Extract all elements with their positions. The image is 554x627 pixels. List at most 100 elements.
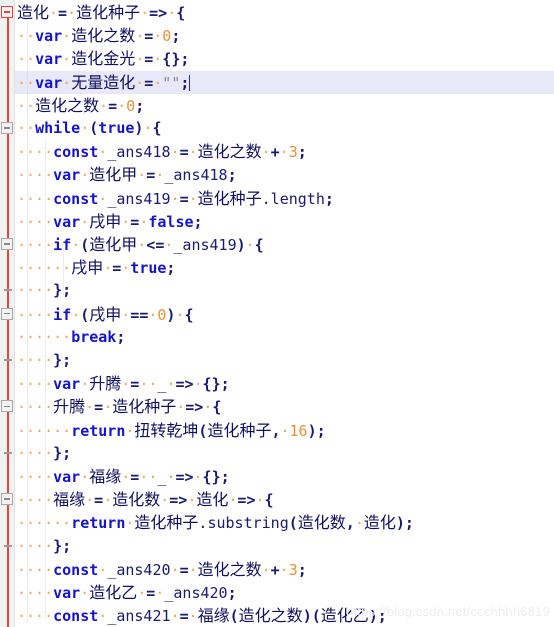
token-op: = <box>130 212 140 231</box>
code-line[interactable]: ··造化之数·=·0; <box>15 94 554 117</box>
token-ws: · <box>176 398 186 417</box>
token-ws: · <box>103 259 113 278</box>
code-line[interactable]: ····var·升腾·=··_·=>·{}; <box>15 372 554 395</box>
token-cn: 造化种子 <box>134 513 199 533</box>
token-op: => <box>149 4 168 22</box>
code-line[interactable]: ····}; <box>15 535 554 558</box>
code-line[interactable]: ··while·(true)·{ <box>15 117 554 140</box>
token-ws: · <box>170 560 180 579</box>
token-punct: ; <box>135 96 145 115</box>
token-ws: · <box>85 491 95 510</box>
token-punct: { <box>212 398 222 417</box>
token-kw: true <box>98 119 135 137</box>
token-ws: · <box>103 398 113 417</box>
token-kw: if <box>53 305 72 324</box>
code-line[interactable]: ····升腾·=·造化种子·=>·{ <box>15 395 554 418</box>
token-ws: · <box>139 375 149 394</box>
token-ws: · <box>279 143 289 162</box>
token-ws: · <box>188 607 198 626</box>
token-ws: ···· <box>17 189 54 208</box>
editor-gutter[interactable] <box>0 0 15 627</box>
minus-icon <box>4 405 10 408</box>
token-kw: true <box>130 259 167 278</box>
token-ws: ···· <box>17 607 54 626</box>
code-line[interactable]: ··var·造化之数·=·0; <box>15 24 554 47</box>
token-ws: · <box>135 73 145 92</box>
token-ws: · <box>121 259 131 278</box>
token-cn: 造化之数 <box>197 142 262 162</box>
code-line[interactable]: ····}; <box>15 442 554 465</box>
token-cn: 造化 <box>17 3 50 22</box>
code-line[interactable]: ····福缘·=·造化数·=>·造化·=>·{ <box>15 488 554 511</box>
token-ws: · <box>71 236 81 254</box>
token-op: = <box>130 375 140 394</box>
token-ws: · <box>98 189 108 208</box>
code-line[interactable]: ····}; <box>15 349 554 372</box>
token-punct: ( <box>80 305 90 324</box>
token-ws: · <box>62 50 72 69</box>
code-line[interactable]: ······戌申·=·true; <box>15 256 554 279</box>
code-line[interactable]: ····var·造化乙·=·_ans420; <box>15 581 554 604</box>
token-ws: ···· <box>17 351 54 369</box>
token-ws: ···· <box>17 143 54 162</box>
token-ws: · <box>80 119 90 137</box>
code-line[interactable]: ····if·(造化甲·<=·_ans419)·{ <box>15 233 554 256</box>
token-ws: · <box>255 491 265 510</box>
token-cn: 造化金光 <box>71 49 136 69</box>
code-line[interactable]: ······break; <box>15 326 554 349</box>
code-line[interactable]: ··var·无量造化·=·""; <box>15 70 554 94</box>
token-ws: · <box>137 236 147 254</box>
code-line[interactable]: ····const·_ans421·=·福缘(造化之数)(造化乙); <box>15 604 554 627</box>
token-id: _ans420 <box>107 560 171 579</box>
code-line[interactable]: ····if·(戌申·==·0)·{ <box>15 303 554 326</box>
token-str: "" <box>162 73 181 92</box>
code-line[interactable]: ····const·_ans418·=·造化之数·+·3; <box>15 140 554 163</box>
token-ws: ···· <box>17 281 54 300</box>
token-ws: · <box>85 398 95 417</box>
token-punct: ) <box>302 607 312 626</box>
token-ws: · <box>167 4 177 22</box>
code-line[interactable]: ····var·戌申·=·false; <box>15 210 554 233</box>
token-ws: · <box>80 584 90 602</box>
fold-toggle-icon[interactable] <box>1 493 13 506</box>
code-line[interactable]: ····}; <box>15 279 554 302</box>
token-op: => <box>185 398 204 417</box>
token-op: => <box>175 468 194 486</box>
token-ws: · <box>121 212 131 231</box>
code-line[interactable]: ······return·造化种子.substring(造化数,·造化); <box>15 511 554 534</box>
code-content-area[interactable]: 造化·=·造化种子·=>·{··var·造化之数·=·0; ··var·造化金光·… <box>15 0 554 627</box>
fold-toggle-icon[interactable] <box>1 238 13 250</box>
token-num: 3 <box>288 143 298 162</box>
token-op: + <box>270 143 280 162</box>
fold-toggle-icon[interactable] <box>1 307 13 320</box>
token-punct: ( <box>288 514 298 533</box>
token-ws: · <box>98 560 108 579</box>
token-ws: · <box>98 607 108 626</box>
code-line[interactable]: ····const·_ans420·=·造化之数·+·3; <box>15 558 554 581</box>
code-line[interactable]: ····const·_ans419·=·造化种子.length; <box>15 187 554 210</box>
token-op: <= <box>146 236 165 254</box>
token-ws: ···· <box>17 560 54 579</box>
token-punct: ); <box>395 514 414 533</box>
code-line[interactable]: ··var·造化金光·=·{}; <box>15 47 554 70</box>
token-punct: , <box>271 421 281 440</box>
token-punct: }; <box>53 536 72 555</box>
token-punct: ; <box>171 27 181 46</box>
token-ws: · <box>261 143 271 162</box>
fold-toggle-icon[interactable] <box>1 400 13 413</box>
token-cn: 福缘 <box>197 606 230 626</box>
code-line[interactable]: ····var·造化甲·=·_ans418; <box>15 163 554 186</box>
token-punct: ; <box>166 259 176 278</box>
fold-toggle-icon[interactable] <box>1 122 13 134</box>
token-cn: 造化乙 <box>89 583 138 602</box>
token-op: = <box>179 189 189 208</box>
fold-toggle-icon[interactable] <box>1 6 13 18</box>
code-line[interactable]: ······return·扭转乾坤(造化种子,·16); <box>15 419 554 442</box>
token-kw: break <box>71 327 117 346</box>
code-editor[interactable]: 造化·=·造化种子·=>·{··var·造化之数·=·0; ··var·造化金光·… <box>0 0 554 627</box>
token-op: = <box>179 560 189 579</box>
token-cn: 造化种子 <box>112 397 177 417</box>
token-ws: · <box>80 468 90 486</box>
code-line[interactable]: ····var·福缘·=··_·=>·{}; <box>15 465 554 488</box>
code-line[interactable]: 造化·=·造化种子·=>·{ <box>15 1 554 24</box>
